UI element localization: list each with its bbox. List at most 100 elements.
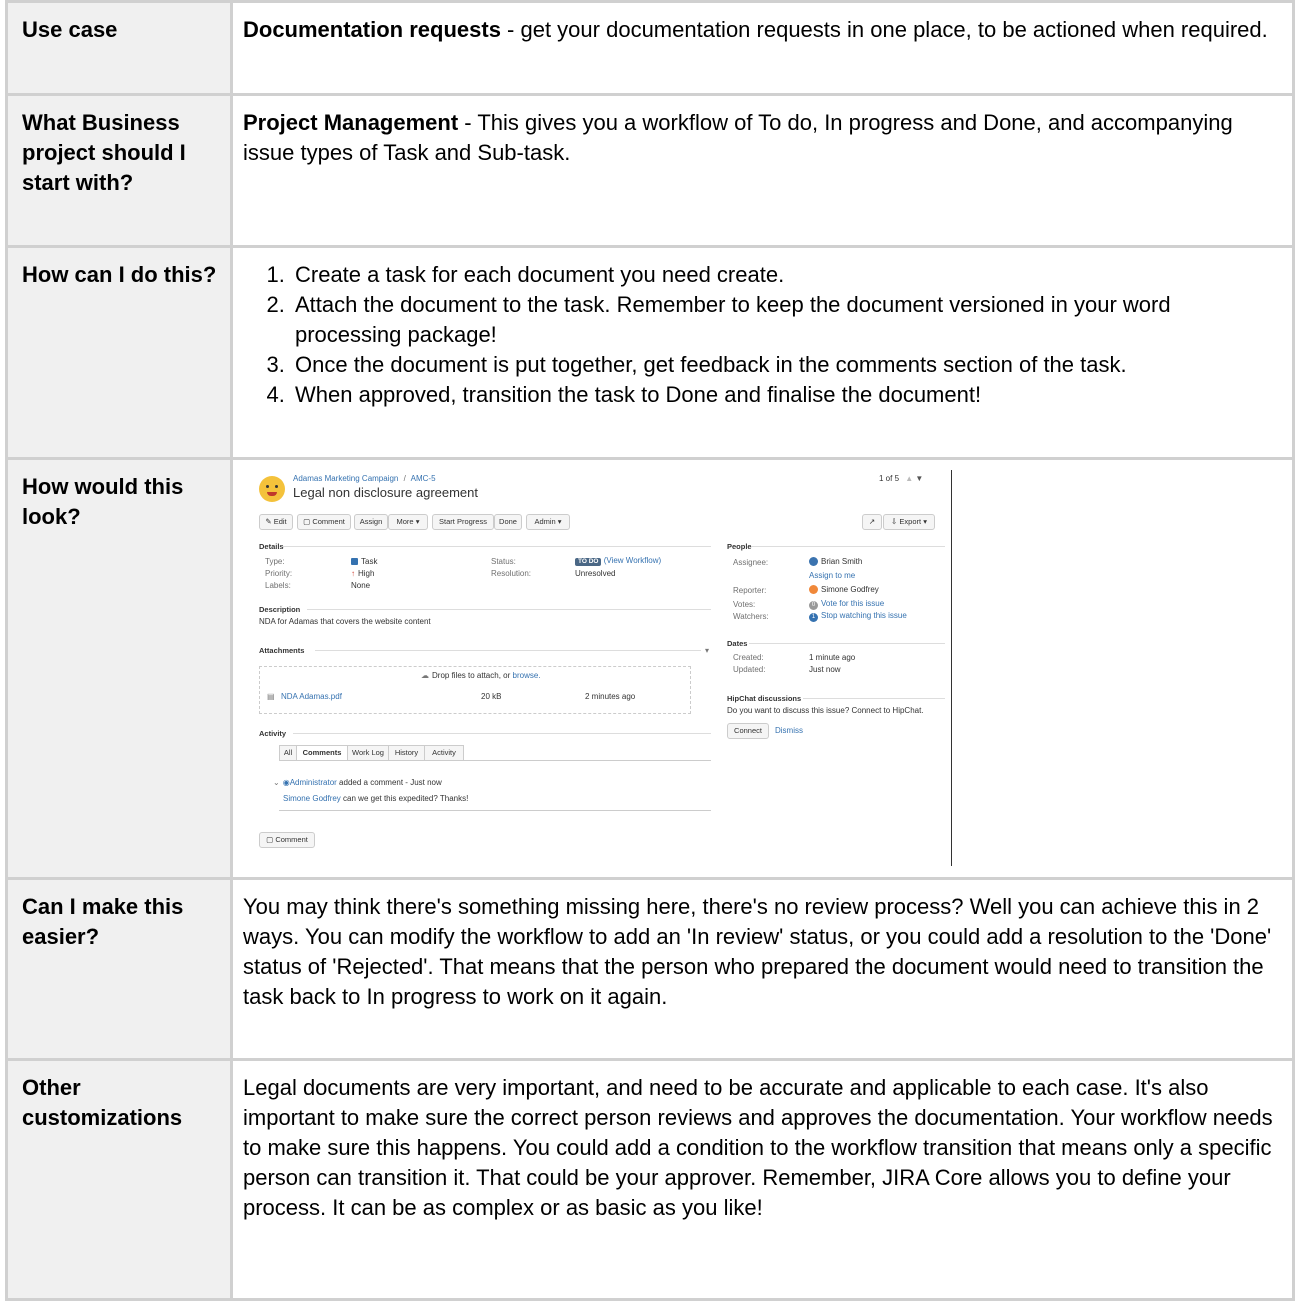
next-arrow-icon[interactable]: ▼: [915, 474, 923, 483]
tab-history[interactable]: History: [388, 745, 425, 761]
issue-key-link[interactable]: AMC-5: [411, 474, 436, 483]
pencil-icon: ✎: [265, 517, 272, 526]
priority-text: High: [358, 569, 375, 578]
vote-link[interactable]: Vote for this issue: [821, 599, 884, 608]
table-row: Other customizations Legal documents are…: [5, 1058, 1295, 1301]
file-icon: ▤: [267, 692, 275, 701]
status-value: TO DO (View Workflow): [575, 556, 661, 566]
row-header: How would this look?: [5, 457, 233, 880]
status-badge: TO DO: [575, 558, 602, 566]
comment-text: can we get this expedited? Thanks!: [343, 794, 469, 803]
view-workflow-link[interactable]: (View Workflow): [604, 556, 662, 565]
list-item: When approved, transition the task to Do…: [291, 380, 1278, 410]
more-label: More: [396, 517, 414, 526]
add-comment-button[interactable]: ▢ Comment: [259, 832, 315, 848]
stop-watching-link[interactable]: Stop watching this issue: [821, 611, 907, 620]
type-text: Task: [361, 557, 378, 566]
row-lead: Documentation requests: [243, 17, 501, 42]
row-lead: Project Management: [243, 110, 459, 135]
resolution-label: Resolution:: [491, 569, 532, 578]
browse-link[interactable]: browse.: [513, 671, 541, 680]
tab-comments[interactable]: Comments: [296, 745, 348, 761]
comment-label: Comment: [312, 517, 345, 526]
edit-button[interactable]: ✎ Edit: [259, 514, 293, 530]
divider: [307, 609, 711, 610]
row-header: How can I do this?: [5, 245, 233, 460]
comment-action: added a comment - Just now: [339, 778, 442, 787]
activity-heading: Activity: [259, 729, 287, 738]
description-heading: Description: [259, 605, 301, 614]
comment-author-link[interactable]: Administrator: [290, 778, 337, 787]
connect-button[interactable]: Connect: [727, 723, 769, 739]
assignee-value: Brian Smith: [809, 557, 862, 567]
divider: [751, 546, 945, 547]
divider: [293, 733, 711, 734]
attachments-heading: Attachments: [259, 646, 305, 655]
drop-text: Drop files to attach, or: [432, 671, 511, 680]
dismiss-link[interactable]: Dismiss: [775, 726, 803, 736]
tab-activity[interactable]: Activity: [424, 745, 464, 761]
tab-all[interactable]: All: [279, 745, 297, 761]
type-value: Task: [351, 557, 377, 567]
comment-body: Simone Godfrey can we get this expedited…: [283, 794, 468, 804]
comment-button[interactable]: ▢ Comment: [297, 514, 351, 530]
divider: [283, 546, 711, 547]
reporter-label: Reporter:: [733, 586, 767, 595]
user-icon: ◉: [282, 778, 290, 787]
start-progress-button[interactable]: Start Progress: [432, 514, 494, 530]
issue-summary: Legal non disclosure agreement: [293, 485, 479, 500]
status-label: Status:: [491, 557, 516, 566]
chevron-down-icon[interactable]: ▾: [705, 646, 709, 656]
list-item: Create a task for each document you need…: [291, 260, 1278, 290]
list-item: Attach the document to the task. Remembe…: [291, 290, 1278, 350]
project-link[interactable]: Adamas Marketing Campaign: [293, 474, 398, 483]
reporter-name: Simone Godfrey: [821, 585, 879, 594]
watchers-label: Watchers:: [733, 612, 769, 621]
share-icon[interactable]: ↗: [862, 514, 882, 530]
divider: [279, 760, 711, 761]
watchers-badge: 1: [809, 613, 818, 622]
votes-value: 0 Vote for this issue: [809, 599, 884, 610]
table-row: How can I do this? Create a task for eac…: [5, 245, 1295, 460]
mention-link[interactable]: Simone Godfrey: [283, 794, 341, 803]
export-label: Export: [899, 517, 922, 526]
priority-label: Priority:: [265, 569, 293, 578]
reporter-value: Simone Godfrey: [809, 585, 879, 595]
attachment-size: 20 kB: [481, 692, 502, 701]
row-text: - get your documentation requests in one…: [500, 17, 1268, 42]
labels-label: Labels:: [265, 581, 291, 590]
row-header: What Business project should I start wit…: [5, 93, 233, 248]
done-button[interactable]: Done: [494, 514, 522, 530]
prev-arrow-icon[interactable]: ▲: [905, 474, 913, 483]
description-text: NDA for Adamas that covers the website c…: [259, 617, 431, 626]
row-content: You may think there's something missing …: [230, 877, 1295, 1061]
priority-value: ↑ High: [351, 569, 374, 579]
hipchat-heading: HipChat discussions: [727, 694, 802, 703]
attachment-age: 2 minutes ago: [585, 692, 636, 701]
priority-high-icon: ↑: [351, 569, 355, 578]
more-button[interactable]: More ▾: [388, 514, 428, 530]
table-row: Use case Documentation requests - get yo…: [5, 0, 1295, 96]
type-label: Type:: [265, 557, 285, 566]
drop-hint: ☁ Drop files to attach, or browse.: [421, 671, 541, 681]
collapse-icon[interactable]: ⌄: [273, 778, 280, 787]
resolution-value: Unresolved: [575, 569, 616, 578]
steps-list: Create a task for each document you need…: [243, 260, 1278, 410]
created-label: Created:: [733, 653, 764, 662]
assign-to-me-link[interactable]: Assign to me: [809, 571, 855, 581]
edit-label: Edit: [273, 517, 287, 526]
breadcrumb-separator: /: [403, 474, 406, 483]
assign-button[interactable]: Assign: [354, 514, 388, 530]
avatar: [809, 557, 818, 566]
chevron-down-icon: ▾: [557, 517, 562, 526]
comment-icon: ▢: [303, 517, 311, 526]
admin-button[interactable]: Admin ▾: [526, 514, 570, 530]
attachment-link[interactable]: NDA Adamas.pdf: [281, 692, 342, 702]
issue-screenshot: Adamas Marketing Campaign / AMC-5 1 of 5…: [243, 470, 955, 866]
details-heading: Details: [259, 542, 284, 551]
table-row: What Business project should I start wit…: [5, 93, 1295, 248]
row-content: Adamas Marketing Campaign / AMC-5 1 of 5…: [230, 457, 1295, 880]
export-button[interactable]: ⇩ Export ▾: [883, 514, 935, 530]
tab-work-log[interactable]: Work Log: [347, 745, 389, 761]
row-header: Other customizations: [5, 1058, 233, 1301]
